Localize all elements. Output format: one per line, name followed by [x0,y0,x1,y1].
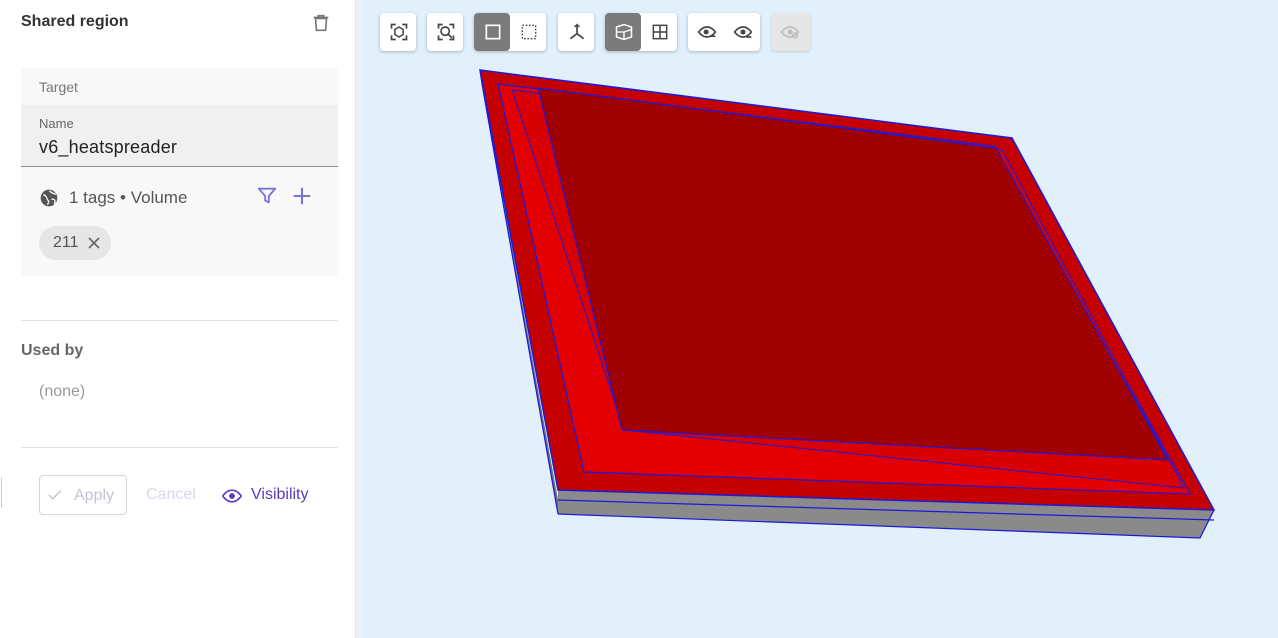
tags-summary: 1 tags • Volume [69,188,188,207]
properties-panel: Shared region Target Name v6_heatspreade… [0,0,356,638]
view-cube-icon [615,23,633,41]
selection-mode-group [474,13,546,51]
add-tag-icon[interactable] [291,185,313,207]
3d-viewport[interactable] [362,0,1278,638]
box-select-icon [521,24,537,40]
name-field[interactable]: Name v6_heatspreader [21,105,338,167]
visibility-button[interactable]: Visibility [222,484,322,508]
single-select-icon [485,24,501,40]
visibility-label: Visibility [251,486,309,503]
tag-chip-label: 211 [53,234,79,251]
show-all-button[interactable] [771,13,811,51]
eye-icon [222,489,242,503]
target-label: Target [39,79,78,95]
heatspreader-model[interactable] [362,0,1278,638]
tag-chip: 211 [39,226,111,260]
fit-selection-button[interactable] [380,13,416,51]
single-select-button[interactable] [474,13,510,51]
name-value[interactable]: v6_heatspreader [39,137,177,158]
hide-button[interactable] [688,13,724,51]
panel-title: Shared region [21,13,129,30]
used-by-value: (none) [39,383,86,400]
grid-button[interactable] [641,13,677,51]
axes-icon [569,23,585,40]
fit-selection-icon [390,23,408,41]
divider [21,447,338,448]
resize-handle-left [1,478,2,508]
box-select-button[interactable] [510,13,546,51]
name-label: Name [39,116,74,131]
target-section: Target Name v6_heatspreader 1 tags • Vol… [21,68,338,276]
used-by-title: Used by [21,342,84,359]
show-button[interactable] [724,13,760,51]
filter-icon[interactable] [256,185,278,207]
view-mode-group [605,13,677,51]
globe-icon [40,189,58,207]
check-icon [48,489,62,500]
cancel-button[interactable]: Cancel [146,486,196,504]
apply-label: Apply [74,487,115,504]
trash-icon[interactable] [310,12,332,34]
visibility-group [688,13,760,51]
close-icon[interactable] [87,236,101,250]
grid-icon [652,24,668,40]
zoom-to-fit-icon [437,23,455,41]
hide-icon [697,26,717,38]
axes-button[interactable] [558,13,594,51]
divider [21,320,338,321]
zoom-to-fit-button[interactable] [427,13,463,51]
view-cube-button[interactable] [605,13,641,51]
show-icon [733,26,753,38]
apply-button[interactable]: Apply [39,475,127,515]
show-all-disabled-icon [780,26,800,39]
